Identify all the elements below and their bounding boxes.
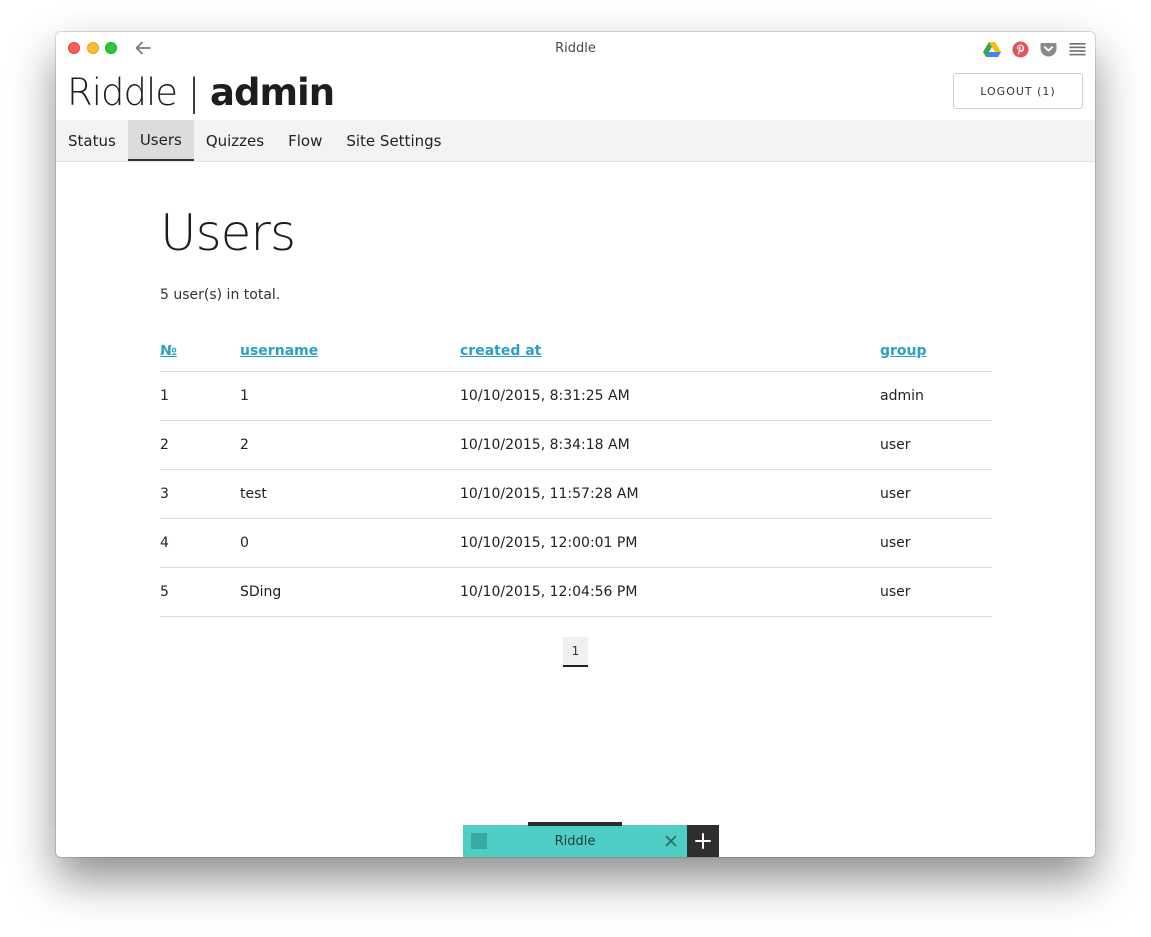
cell-group: user [880, 567, 992, 617]
close-icon [665, 835, 677, 847]
cell-username: 2 [240, 420, 460, 470]
nav-item-status[interactable]: Status [56, 120, 128, 161]
main-nav: Status Users Quizzes Flow Site Settings [56, 120, 1095, 162]
plus-icon [695, 833, 711, 849]
sort-by-created-at-link[interactable]: created at [460, 343, 541, 359]
column-header-group: group [880, 330, 992, 372]
pinterest-icon [1012, 41, 1028, 57]
table-row: 1 1 10/10/2015, 8:31:25 AM admin [160, 371, 992, 421]
table-row: 4 0 10/10/2015, 12:00:01 PM user [160, 518, 992, 568]
google-drive-extension[interactable] [983, 40, 1001, 58]
page-title: Users [160, 204, 296, 262]
nav-item-quizzes[interactable]: Quizzes [194, 120, 276, 161]
cell-number: 1 [160, 371, 240, 421]
cell-username: test [240, 469, 460, 519]
new-tab-button[interactable] [687, 825, 719, 857]
table-row: 5 SDing 10/10/2015, 12:04:56 PM user [160, 567, 992, 617]
hamburger-menu-icon [1069, 43, 1085, 56]
sort-by-number-link[interactable]: № [160, 343, 177, 359]
cell-number: 3 [160, 469, 240, 519]
site-brand[interactable]: Riddle | admin [67, 70, 335, 116]
cell-number: 2 [160, 420, 240, 470]
google-drive-icon [983, 42, 1001, 57]
nav-item-users[interactable]: Users [127, 120, 194, 161]
cell-created-at: 10/10/2015, 8:31:25 AM [460, 371, 880, 421]
sort-by-username-link[interactable]: username [240, 343, 318, 359]
user-count-text: 5 user(s) in total. [160, 287, 281, 303]
cell-created-at: 10/10/2015, 12:00:01 PM [460, 518, 880, 568]
main-content: Users 5 user(s) in total. № username cre… [160, 202, 992, 617]
cell-group: user [880, 420, 992, 470]
cell-group: user [880, 518, 992, 568]
pinterest-extension[interactable] [1011, 40, 1029, 58]
pocket-icon [1040, 42, 1056, 56]
sort-by-group-link[interactable]: group [880, 343, 927, 359]
cell-group: user [880, 469, 992, 519]
pocket-extension[interactable] [1039, 40, 1057, 58]
cell-created-at: 10/10/2015, 8:34:18 AM [460, 420, 880, 470]
bottom-tab-bar: Riddle [463, 822, 719, 857]
tab-label: Riddle [554, 834, 596, 849]
tab-close-button[interactable] [663, 833, 679, 849]
logout-button[interactable]: LOGOUT (1) [953, 73, 1083, 109]
cell-group: admin [880, 371, 992, 421]
title-bar: Riddle [56, 32, 1095, 66]
brand-section: admin [210, 71, 335, 114]
browser-menu-button[interactable] [1068, 40, 1086, 58]
active-tab-indicator [528, 822, 622, 826]
column-header-username: username [240, 330, 460, 372]
cell-number: 4 [160, 518, 240, 568]
table-header-row: № username created at group [160, 330, 992, 372]
window-title: Riddle [555, 41, 596, 56]
browser-tab[interactable]: Riddle [463, 822, 687, 857]
browser-window: Riddle Riddle | admin LOGOUT (1) Status … [56, 32, 1095, 857]
users-table: № username created at group 1 1 10/10/20… [160, 330, 992, 617]
cell-created-at: 10/10/2015, 11:57:28 AM [460, 469, 880, 519]
column-header-number: № [160, 330, 240, 372]
nav-item-site-settings[interactable]: Site Settings [334, 120, 453, 161]
cell-number: 5 [160, 567, 240, 617]
cell-username: 1 [240, 371, 460, 421]
cell-username: 0 [240, 518, 460, 568]
nav-item-flow[interactable]: Flow [276, 120, 334, 161]
table-row: 3 test 10/10/2015, 11:57:28 AM user [160, 469, 992, 519]
brand-name: Riddle | [67, 71, 200, 114]
column-header-created-at: created at [460, 330, 880, 372]
cell-created-at: 10/10/2015, 12:04:56 PM [460, 567, 880, 617]
cell-username: SDing [240, 567, 460, 617]
table-row: 2 2 10/10/2015, 8:34:18 AM user [160, 420, 992, 470]
pagination-page-button[interactable]: 1 [563, 637, 588, 667]
